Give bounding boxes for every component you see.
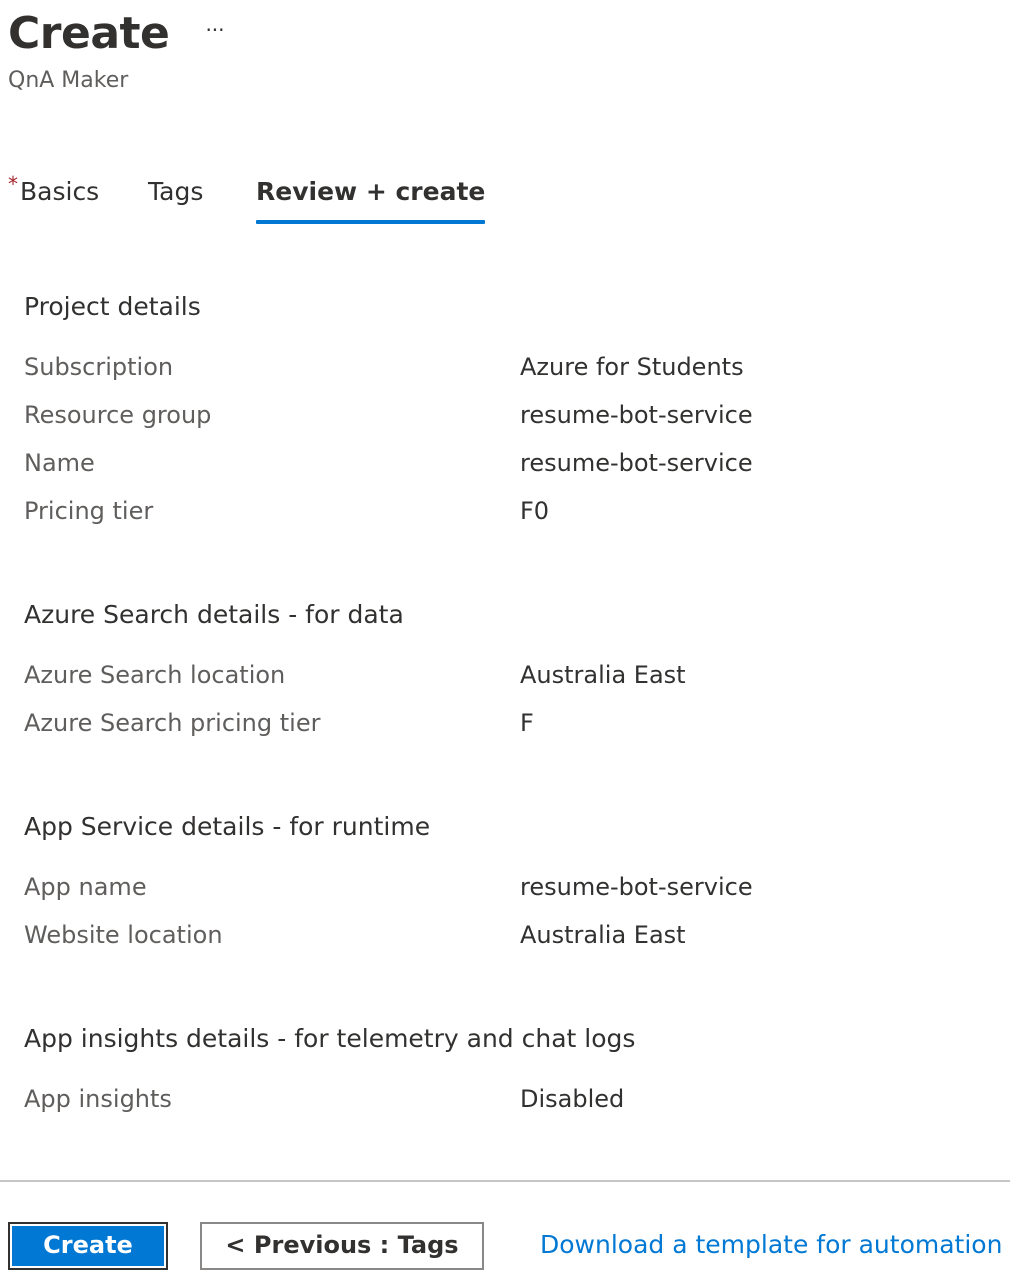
more-options-icon[interactable]: ··· <box>198 18 232 48</box>
tab-basics-label: Basics <box>20 177 100 206</box>
tab-review-create[interactable]: Review + create <box>256 170 486 226</box>
tab-tags-label: Tags <box>148 177 204 206</box>
download-template-link[interactable]: Download a template for automation <box>540 1228 1002 1262</box>
row-label: Website location <box>24 921 223 949</box>
summary-row-subscription: Subscription Azure for Students <box>24 352 984 400</box>
row-label: Resource group <box>24 401 212 429</box>
section-project-details: Project details Subscription Azure for S… <box>24 290 984 544</box>
page-title: Create <box>8 8 170 59</box>
summary-row-azure-search-pricing-tier: Azure Search pricing tier F <box>24 708 984 756</box>
row-label: App name <box>24 873 147 901</box>
summary-row-pricing-tier: Pricing tier F0 <box>24 496 984 544</box>
required-marker: * <box>8 172 18 196</box>
row-value: Disabled <box>520 1085 625 1113</box>
section-app-service-details: App Service details - for runtime App na… <box>24 810 984 968</box>
row-label: App insights <box>24 1085 172 1113</box>
section-app-insights-details: App insights details - for telemetry and… <box>24 1022 984 1132</box>
tab-tags[interactable]: Tags <box>148 170 203 226</box>
create-qna-maker-page: Create ··· QnA Maker *Basics Tags Review… <box>0 0 1010 1288</box>
section-azure-search-details: Azure Search details - for data Azure Se… <box>24 598 984 756</box>
row-value: F <box>520 709 534 737</box>
row-label: Pricing tier <box>24 497 154 525</box>
section-title: Azure Search details - for data <box>24 600 404 629</box>
footer-divider <box>0 1180 1010 1182</box>
row-value: Australia East <box>520 921 686 949</box>
summary-row-azure-search-location: Azure Search location Australia East <box>24 660 984 708</box>
section-title: App insights details - for telemetry and… <box>24 1024 636 1053</box>
row-value: F0 <box>520 497 550 525</box>
row-label: Azure Search pricing tier <box>24 709 321 737</box>
row-label: Azure Search location <box>24 661 286 689</box>
summary-row-resource-group: Resource group resume-bot-service <box>24 400 984 448</box>
row-value: resume-bot-service <box>520 873 753 901</box>
row-value: Azure for Students <box>520 353 744 381</box>
row-label: Name <box>24 449 95 477</box>
summary-row-app-insights: App insights Disabled <box>24 1084 984 1132</box>
section-title: App Service details - for runtime <box>24 812 431 841</box>
row-label: Subscription <box>24 353 174 381</box>
row-value: resume-bot-service <box>520 449 753 477</box>
create-button[interactable]: Create <box>8 1222 168 1270</box>
row-value: resume-bot-service <box>520 401 753 429</box>
summary-row-website-location: Website location Australia East <box>24 920 984 968</box>
row-value: Australia East <box>520 661 686 689</box>
tab-basics[interactable]: *Basics <box>8 170 99 226</box>
page-subtitle: QnA Maker <box>8 68 129 93</box>
section-title: Project details <box>24 292 201 321</box>
previous-tags-button[interactable]: < Previous : Tags <box>200 1222 484 1270</box>
tab-review-create-label: Review + create <box>256 177 486 206</box>
summary-row-name: Name resume-bot-service <box>24 448 984 496</box>
summary-row-app-name: App name resume-bot-service <box>24 872 984 920</box>
